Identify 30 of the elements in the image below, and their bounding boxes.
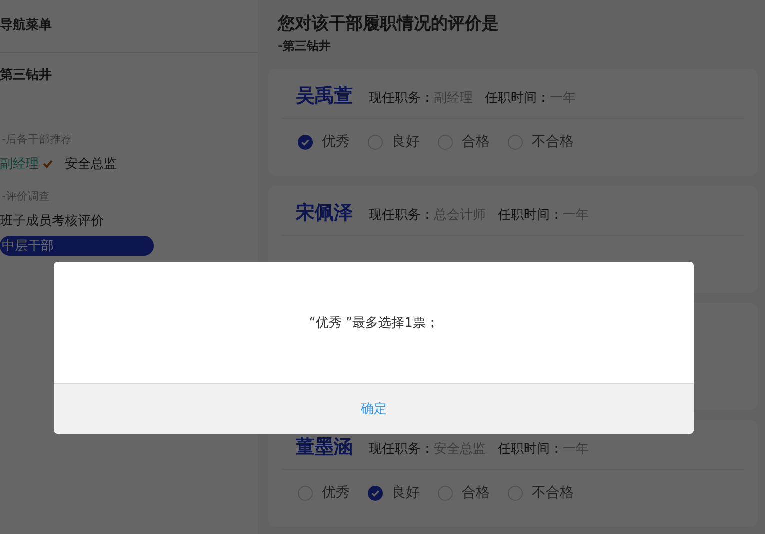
- field-label: 任职时间：: [485, 90, 550, 107]
- menu-item[interactable]: 中层干部: [0, 236, 154, 256]
- field-label: 任职时间：: [498, 207, 563, 224]
- unit-name: 第三钻井: [0, 67, 53, 85]
- rating-option[interactable]: 不合格: [532, 133, 574, 151]
- person-name: 吴禹萱: [296, 84, 353, 109]
- person-name: 宋佩泽: [296, 201, 353, 226]
- menu-item[interactable]: 班子成员考核评价: [0, 212, 104, 230]
- field-label: 现任职务：: [369, 90, 434, 107]
- rating-option[interactable]: 良好: [392, 133, 420, 151]
- field-label: 现任职务：: [369, 207, 434, 224]
- position-option[interactable]: 副经理: [0, 155, 39, 173]
- menu-title: 导航菜单: [0, 16, 258, 53]
- rating-option[interactable]: 优秀: [322, 133, 350, 151]
- confirm-button[interactable]: 确定: [54, 384, 694, 434]
- rating-option[interactable]: 合格: [462, 484, 490, 502]
- checked-radio-icon[interactable]: [368, 486, 383, 500]
- rating-option[interactable]: 优秀: [322, 484, 350, 502]
- dialog-message: “优秀 ”最多选择1票；: [309, 314, 439, 332]
- rating-option[interactable]: 不合格: [532, 484, 574, 502]
- page-subtitle: -第三钻井: [277, 38, 332, 55]
- check-icon: [43, 159, 53, 169]
- rating-option[interactable]: 良好: [392, 484, 420, 502]
- person-name: 董墨涵: [296, 435, 353, 460]
- field-label: 任职时间：: [498, 441, 563, 458]
- field-label: 现任职务：: [369, 441, 434, 458]
- position-option[interactable]: 安全总监: [65, 155, 117, 173]
- page-title: 您对该干部履职情况的评价是: [276, 13, 500, 35]
- rating-option[interactable]: 合格: [462, 133, 490, 151]
- checked-radio-icon[interactable]: [298, 134, 313, 150]
